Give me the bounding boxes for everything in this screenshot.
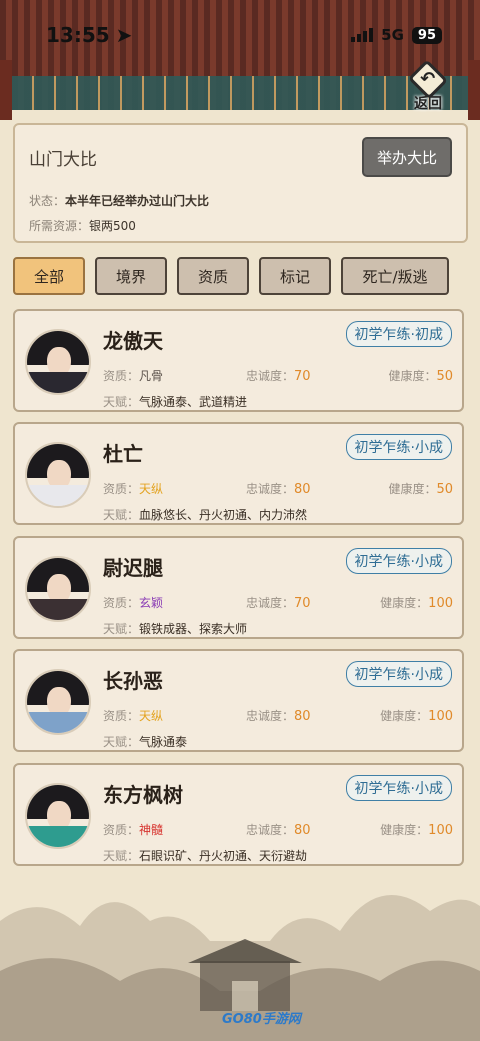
status-time: 13:55 [46,23,110,47]
aptitude-value: 玄颖 [139,596,164,610]
status-bar: 13:55 ➤ 5G 95 [0,0,480,70]
disciple-card[interactable]: 长孙恶 初学乍练·小成 资质：天纵 忠诚度：80 健康度：100 天赋：气脉通泰 [13,649,464,752]
loyalty-label: 忠诚度： [246,596,295,610]
aptitude-label: 资质： [103,823,140,837]
status-line: 状态：本半年已经举办过山门大比 [29,192,452,209]
disciple-avatar[interactable] [25,669,91,735]
loyalty-label: 忠诚度： [246,369,295,383]
talent-label: 天赋： [103,622,140,636]
back-arrow-glyph: ↶ [420,69,436,90]
tab-all[interactable]: 全部 [13,257,85,295]
disciple-name: 长孙恶 [103,669,163,693]
disciple-name: 龙傲天 [103,329,163,353]
disciple-talent: 天赋：锻铁成器、探索大师 [103,620,247,637]
status-label: 状态： [29,194,66,208]
aptitude-label: 资质： [103,596,140,610]
talent-value: 气脉通泰 [139,735,188,749]
loyalty-value: 80 [294,482,311,497]
resource-label: 所需资源： [29,219,90,233]
status-right: 5G 95 [351,26,442,44]
talent-label: 天赋： [103,395,140,409]
health-label: 健康度： [388,482,437,496]
filter-tabs: 全部 境界 资质 标记 死亡/叛逃 [13,257,468,295]
battery-icon: 95 [411,26,442,44]
cultivation-rank-badge: 初学乍练·小成 [345,661,452,687]
location-arrow-icon: ➤ [115,23,133,47]
cultivation-rank-badge: 初学乍练·小成 [345,548,452,574]
aptitude-label: 资质： [103,482,140,496]
status-value: 本半年已经举办过山门大比 [65,194,210,208]
health-label: 健康度： [388,369,437,383]
disciple-name: 尉迟腿 [103,556,163,580]
disciple-name: 杜亡 [103,442,143,466]
signal-icon [351,28,374,42]
health-label: 健康度： [380,709,429,723]
tab-realm[interactable]: 境界 [95,257,167,295]
cultivation-rank-badge: 初学乍练·小成 [345,775,452,801]
talent-label: 天赋： [103,508,140,522]
sect-competition-panel: 山门大比 举办大比 状态：本半年已经举办过山门大比 所需资源：银两500 [13,123,468,243]
host-competition-button[interactable]: 举办大比 [362,137,452,177]
tab-mark[interactable]: 标记 [259,257,331,295]
cultivation-rank-badge: 初学乍练·小成 [345,434,452,460]
watermark-logo: GO80手游网 [222,1012,301,1027]
loyalty-label: 忠诚度： [246,823,295,837]
health-value: 100 [428,709,453,724]
disciple-avatar[interactable] [25,329,91,395]
status-time-group: 13:55 ➤ [46,23,132,47]
aptitude-value: 凡骨 [139,369,164,383]
aptitude-value: 神髓 [139,823,164,837]
disciple-avatar[interactable] [25,556,91,622]
resource-value: 银两500 [89,219,136,233]
loyalty-value: 70 [294,596,311,611]
health-value: 100 [428,823,453,838]
health-label: 健康度： [380,823,429,837]
loyalty-value: 80 [294,709,311,724]
talent-label: 天赋： [103,735,140,749]
talent-value: 气脉通泰、武道精进 [139,395,248,409]
health-label: 健康度： [380,596,429,610]
network-type: 5G [381,26,404,44]
aptitude-label: 资质： [103,709,140,723]
loyalty-value: 80 [294,823,311,838]
disciple-name: 东方枫树 [103,783,183,807]
resource-line: 所需资源：银两500 [29,217,452,234]
disciple-card[interactable]: 尉迟腿 初学乍练·小成 资质：玄颖 忠诚度：70 健康度：100 天赋：锻铁成器… [13,536,464,639]
disciple-talent: 天赋：气脉通泰 [103,733,187,750]
disciple-talent: 天赋：气脉通泰、武道精进 [103,393,247,410]
disciple-card[interactable]: 龙傲天 初学乍练·初成 资质：凡骨 忠诚度：70 健康度：50 天赋：气脉通泰、… [13,309,464,412]
cultivation-rank-badge: 初学乍练·初成 [345,321,452,347]
loyalty-value: 70 [294,369,311,384]
aptitude-value: 天纵 [139,709,164,723]
disciple-avatar[interactable] [25,783,91,849]
loyalty-label: 忠诚度： [246,709,295,723]
health-value: 50 [436,482,453,497]
loyalty-label: 忠诚度： [246,482,295,496]
disciple-avatar[interactable] [25,442,91,508]
health-value: 50 [436,369,453,384]
talent-value: 血脉悠长、丹火初通、内力沛然 [139,508,308,522]
disciple-card[interactable]: 杜亡 初学乍练·小成 资质：天纵 忠诚度：80 健康度：50 天赋：血脉悠长、丹… [13,422,464,525]
health-value: 100 [428,596,453,611]
aptitude-label: 资质： [103,369,140,383]
talent-value: 锻铁成器、探索大师 [139,622,248,636]
disciple-talent: 天赋：血脉悠长、丹火初通、内力沛然 [103,506,307,523]
back-button[interactable]: ↶ 返回 [402,59,454,112]
aptitude-value: 天纵 [139,482,164,496]
tab-dead-defected[interactable]: 死亡/叛逃 [341,257,449,295]
tab-aptitude[interactable]: 资质 [177,257,249,295]
